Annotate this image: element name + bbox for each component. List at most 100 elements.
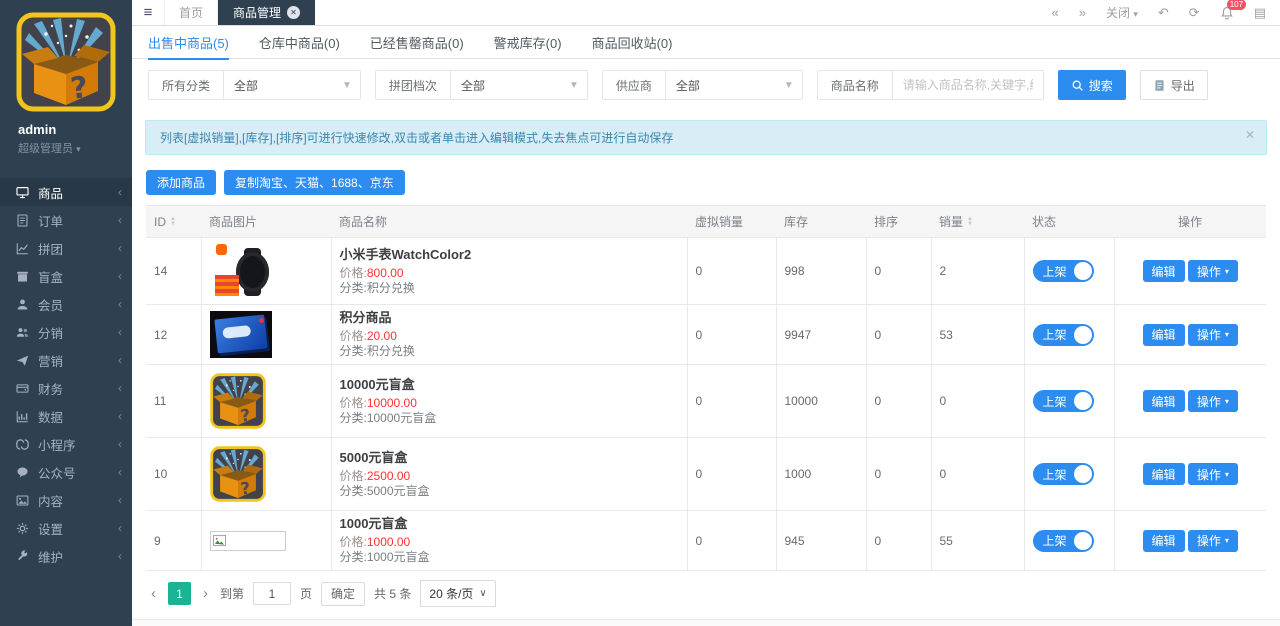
virtual-sales-cell[interactable]: 0: [687, 237, 777, 305]
virtual-sales-cell[interactable]: 0: [687, 304, 777, 365]
copy-product-button[interactable]: 复制淘宝、天猫、1688、京东: [224, 170, 405, 195]
virtual-sales-cell[interactable]: 0: [687, 364, 777, 438]
caret-down-icon[interactable]: ▼: [784, 71, 802, 99]
goto-confirm-button[interactable]: 确定: [321, 581, 366, 606]
sidebar-item-分销[interactable]: 分销 ‹: [0, 318, 132, 346]
scroll-left-icon[interactable]: «: [1052, 6, 1059, 19]
supplier-filter-value[interactable]: 全部: [666, 71, 784, 99]
chevron-left-icon: ‹: [118, 297, 122, 311]
sidebar-item-数据[interactable]: 数据 ‹: [0, 402, 132, 430]
virtual-sales-cell[interactable]: 0: [687, 437, 777, 511]
footer: © 2017-2021: [132, 619, 1280, 626]
group-level-filter-value[interactable]: 全部: [451, 71, 569, 99]
edit-button[interactable]: 编辑: [1142, 390, 1185, 412]
role-dropdown[interactable]: 超级管理员 ▾: [18, 140, 132, 156]
caret-down-icon: ▾: [1224, 330, 1229, 339]
caret-down-icon[interactable]: ▼: [342, 71, 360, 99]
search-button[interactable]: 搜索: [1057, 70, 1126, 100]
goto-page-input[interactable]: [253, 582, 292, 605]
stock-cell[interactable]: 998: [776, 237, 867, 305]
alert-close-icon[interactable]: ✕: [1245, 128, 1255, 142]
row-action-button[interactable]: 操作 ▾: [1187, 323, 1238, 346]
tab-已经售罄商品(0)[interactable]: 已经售罄商品(0): [370, 26, 464, 59]
row-action-button[interactable]: 操作 ▾: [1187, 463, 1238, 485]
window-tab-product-management[interactable]: 商品管理 ✕: [218, 0, 316, 25]
sidebar-item-小程序[interactable]: 小程序 ‹: [0, 430, 132, 458]
status-toggle[interactable]: 上架: [1032, 529, 1094, 552]
sort-icon[interactable]: ▲ ▼: [967, 216, 973, 227]
product-name-input[interactable]: [892, 71, 1043, 99]
chevron-left-icon: ‹: [118, 269, 122, 283]
row-action-button[interactable]: 操作 ▾: [1187, 390, 1238, 412]
stock-cell[interactable]: 1000: [776, 437, 867, 511]
sidebar-item-公众号[interactable]: 公众号 ‹: [0, 458, 132, 486]
scroll-right-icon[interactable]: »: [1079, 6, 1086, 19]
row-action-button[interactable]: 操作 ▾: [1187, 529, 1238, 552]
product-image-cell: [201, 437, 332, 511]
stock-cell[interactable]: 10000: [776, 364, 867, 438]
sort-icon[interactable]: ▲ ▼: [170, 216, 176, 227]
edit-button[interactable]: 编辑: [1142, 260, 1185, 282]
stock-cell[interactable]: 9947: [776, 304, 867, 365]
sort-cell[interactable]: 0: [866, 510, 932, 571]
status-toggle[interactable]: 上架: [1032, 390, 1094, 412]
content: 出售中商品(5) 仓库中商品(0) 已经售罄商品(0) 警戒库存(0) 商品回收…: [132, 26, 1280, 619]
edit-button[interactable]: 编辑: [1142, 323, 1185, 346]
edit-button[interactable]: 编辑: [1142, 529, 1185, 552]
sort-cell[interactable]: 0: [866, 304, 932, 365]
sidebar-item-盲盒[interactable]: 盲盒 ‹: [0, 262, 132, 290]
caret-down-icon: ▾: [1224, 266, 1229, 276]
status-toggle[interactable]: 上架: [1032, 260, 1094, 282]
caret-down-icon[interactable]: ▼: [569, 71, 587, 99]
sidebar-item-内容[interactable]: 内容 ‹: [0, 486, 132, 514]
wechat-icon: [16, 466, 29, 479]
wrench-icon: [16, 549, 29, 563]
filter-bar: 所有分类 全部 ▼ 拼团档次 全部 ▼ 供应商 全部 ▼ 商品名称 请输入商品名…: [132, 59, 1280, 109]
sidebar-item-财务[interactable]: 财务 ‹: [0, 374, 132, 402]
chevron-left-icon: ‹: [118, 353, 122, 367]
sort-cell[interactable]: 0: [866, 437, 932, 511]
tab-警戒库存(0)[interactable]: 警戒库存(0): [494, 26, 562, 59]
back-icon[interactable]: ↶: [1158, 6, 1169, 19]
col-排序: 排序: [866, 205, 931, 238]
edit-button[interactable]: 编辑: [1142, 463, 1185, 485]
sidebar-item-订单[interactable]: 订单 ‹: [0, 206, 132, 234]
refresh-icon[interactable]: ⟳: [1189, 6, 1200, 19]
next-page-icon[interactable]: ›: [200, 585, 211, 602]
pagination: ‹ 1 › 到第 页 确定 共 5 条 20 条/页 ∨: [132, 571, 1280, 619]
product-category: 分类:积分兑换: [339, 344, 415, 358]
notification-bell-icon[interactable]: 107: [1220, 0, 1247, 20]
current-page-button[interactable]: 1: [168, 582, 191, 605]
status-toggle[interactable]: 上架: [1032, 323, 1094, 346]
gear-icon: [16, 522, 29, 535]
add-product-button[interactable]: 添加商品: [146, 170, 217, 195]
status-toggle[interactable]: 上架: [1032, 463, 1094, 485]
hamburger-icon[interactable]: ≡: [132, 0, 164, 25]
prev-page-icon[interactable]: ‹: [148, 585, 159, 602]
category-filter-value[interactable]: 全部: [224, 71, 342, 99]
sort-cell[interactable]: 0: [866, 237, 932, 305]
layout-menu-icon[interactable]: ▤: [1254, 6, 1266, 19]
window-tab-home[interactable]: 首页: [164, 0, 219, 25]
export-button[interactable]: 导出: [1139, 70, 1208, 100]
row-action-button[interactable]: 操作 ▾: [1187, 260, 1238, 282]
close-tab-icon[interactable]: ✕: [287, 6, 301, 19]
virtual-sales-cell[interactable]: 0: [687, 510, 777, 571]
stock-cell[interactable]: 945: [776, 510, 867, 571]
sidebar-item-商品[interactable]: 商品 ‹: [0, 178, 132, 206]
sidebar-item-label: 设置: [38, 522, 64, 537]
sidebar-item-拼团[interactable]: 拼团 ‹: [0, 234, 132, 262]
col-商品名称: 商品名称: [331, 205, 687, 238]
actions-cell: 编辑 操作 ▾: [1114, 304, 1266, 365]
tab-仓库中商品(0)[interactable]: 仓库中商品(0): [259, 26, 340, 59]
sort-cell[interactable]: 0: [866, 364, 932, 438]
sidebar-item-维护[interactable]: 维护 ‹: [0, 542, 132, 570]
sidebar-item-设置[interactable]: 设置 ‹: [0, 514, 132, 542]
tab-商品回收站(0)[interactable]: 商品回收站(0): [592, 26, 673, 59]
close-tabs-dropdown[interactable]: 关闭 ▾: [1106, 4, 1138, 21]
sidebar-item-营销[interactable]: 营销 ‹: [0, 346, 132, 374]
tab-出售中商品(5)[interactable]: 出售中商品(5): [148, 26, 229, 60]
per-page-select[interactable]: 20 条/页 ∨: [420, 580, 496, 607]
chevron-left-icon: ‹: [118, 381, 122, 395]
sidebar-item-会员[interactable]: 会员 ‹: [0, 290, 132, 318]
